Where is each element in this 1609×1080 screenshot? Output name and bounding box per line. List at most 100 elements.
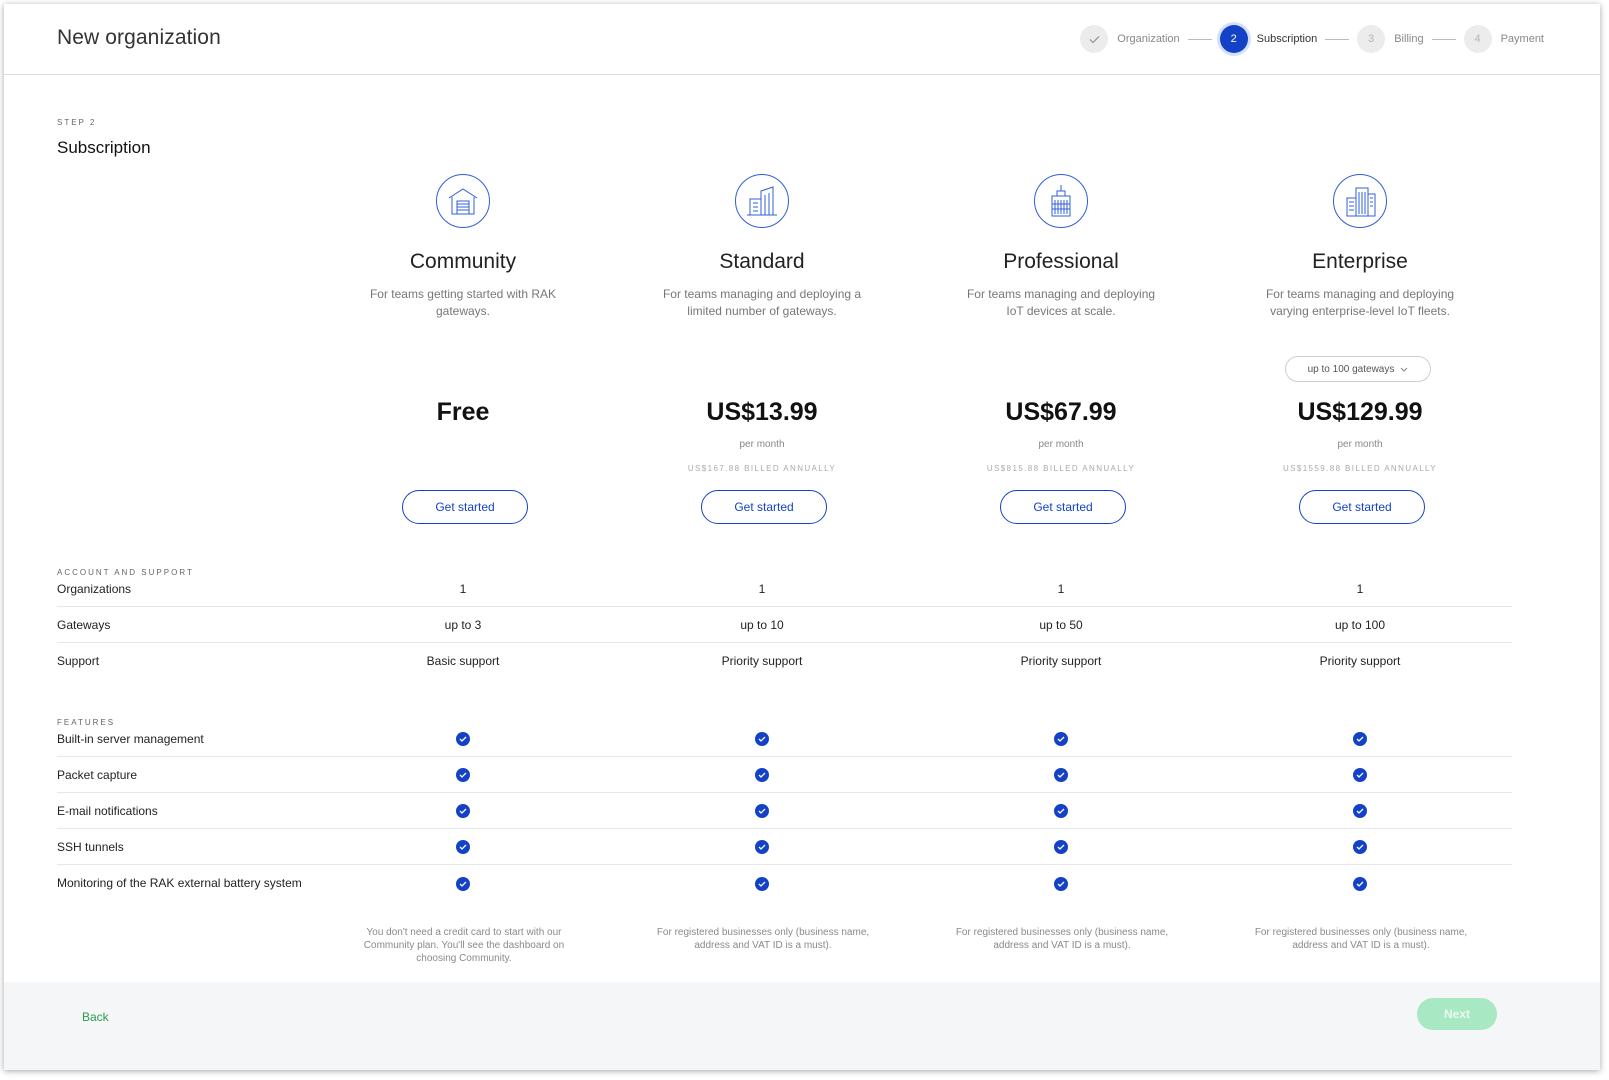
table-row: E-mail notifications	[57, 793, 1512, 829]
back-button[interactable]: Back	[82, 1010, 109, 1024]
step-number: 2	[1219, 25, 1248, 53]
plan-price: US$67.99	[1005, 398, 1117, 426]
get-started-button-enterprise[interactable]: Get started	[1299, 490, 1425, 524]
table-cell	[632, 767, 892, 782]
table-cell	[1230, 803, 1490, 818]
plan-community: Community For teams getting started with…	[333, 174, 593, 524]
table-row: Built-in server management	[57, 721, 1512, 757]
table-cell: Priority support	[1319, 654, 1401, 668]
header: New organization Organization 2 Subscrip…	[4, 4, 1600, 75]
row-label: Built-in server management	[57, 731, 204, 746]
plan-annual-price: US$1559.88 BILLED ANNUALLY	[1282, 464, 1438, 473]
check-circle-icon	[1353, 840, 1367, 854]
row-label: Packet capture	[57, 767, 138, 782]
app-window: New organization Organization 2 Subscrip…	[4, 4, 1600, 1070]
check-circle-icon	[1054, 804, 1068, 818]
plan-description: For teams getting started with RAK gatew…	[369, 287, 557, 318]
check-icon	[1080, 25, 1109, 53]
plan-standard: Standard For teams managing and deployin…	[632, 174, 892, 524]
plan-annual-price: US$815.88 BILLED ANNUALLY	[986, 464, 1136, 473]
check-circle-icon	[456, 804, 470, 818]
table-cell	[632, 803, 892, 818]
gateway-count-dropdown[interactable]: up to 100 gateways	[1285, 356, 1431, 382]
table-cell	[1230, 731, 1490, 746]
table-cell	[333, 767, 593, 782]
table-cell	[632, 839, 892, 854]
plan-price: US$13.99	[706, 398, 818, 426]
get-started-button-professional[interactable]: Get started	[1000, 490, 1126, 524]
stepper: Organization 2 Subscription 3 Billing 4 …	[1080, 25, 1544, 53]
table-row: Packet capture	[57, 757, 1512, 793]
next-button[interactable]: Next	[1417, 998, 1497, 1030]
check-circle-icon	[755, 768, 769, 782]
office-building-icon	[735, 174, 789, 228]
step-divider	[1325, 38, 1350, 40]
table-cell	[333, 876, 593, 891]
plan-price: Free	[436, 398, 490, 426]
table-cell	[632, 731, 892, 746]
table-cell	[931, 876, 1191, 891]
plan-note-enterprise: For registered businesses only (business…	[1254, 927, 1468, 951]
check-circle-icon	[1353, 732, 1367, 746]
city-buildings-icon	[1333, 174, 1387, 228]
table-cell	[1230, 876, 1490, 891]
check-circle-icon	[755, 732, 769, 746]
plan-annual-price: US$167.88 BILLED ANNUALLY	[687, 464, 837, 473]
table-cell: Basic support	[426, 654, 500, 668]
step-subscription: 2 Subscription	[1219, 25, 1318, 53]
check-circle-icon	[1054, 876, 1068, 891]
table-cell: 1	[1356, 581, 1364, 596]
check-circle-icon	[1054, 840, 1068, 854]
table-cell: 1	[459, 581, 467, 596]
check-circle-icon	[456, 768, 470, 782]
plan-note-professional: For registered businesses only (business…	[955, 927, 1169, 951]
section-title: Subscription	[57, 138, 151, 157]
check-circle-icon	[456, 840, 470, 854]
plan-description: For teams managing and deploying a limit…	[662, 287, 862, 318]
check-circle-icon	[755, 840, 769, 854]
table-cell: up to 100	[1334, 617, 1386, 632]
plan-period: per month	[739, 439, 785, 450]
plan-period: per month	[1337, 439, 1383, 450]
table-cell	[632, 876, 892, 891]
step-eyebrow: STEP 2	[57, 118, 97, 127]
plan-enterprise: Enterprise For teams managing and deploy…	[1230, 174, 1490, 524]
warehouse-icon	[436, 174, 490, 228]
row-label: SSH tunnels	[57, 839, 124, 854]
plan-note-community: You don't need a credit card to start wi…	[363, 927, 565, 964]
get-started-button-standard[interactable]: Get started	[701, 490, 827, 524]
skyscraper-icon	[1034, 174, 1088, 228]
step-number: 4	[1463, 25, 1492, 53]
step-label: Payment	[1500, 33, 1544, 45]
step-organization: Organization	[1080, 25, 1180, 53]
check-circle-icon	[755, 804, 769, 818]
plan-name: Professional	[1003, 250, 1119, 273]
step-divider	[1431, 38, 1456, 40]
check-circle-icon	[1353, 876, 1367, 891]
table-cell	[931, 767, 1191, 782]
table-cell: up to 10	[740, 617, 784, 632]
plan-period: per month	[1038, 439, 1084, 450]
plan-name: Enterprise	[1312, 250, 1408, 273]
step-billing: 3 Billing	[1357, 25, 1424, 53]
chevron-down-icon	[1401, 367, 1408, 372]
step-number: 3	[1357, 25, 1386, 53]
table-cell	[931, 839, 1191, 854]
table-cell	[1230, 767, 1490, 782]
table-cell: Priority support	[1020, 654, 1102, 668]
table-row: Organizations 1 1 1 1	[57, 571, 1512, 607]
check-circle-icon	[456, 732, 470, 746]
table-cell	[333, 731, 593, 746]
step-label: Organization	[1117, 33, 1180, 45]
footer: Back Next	[4, 982, 1600, 1070]
table-cell	[333, 839, 593, 854]
step-label: Subscription	[1256, 33, 1318, 45]
plan-price: US$129.99	[1297, 398, 1423, 426]
plan-description: For teams managing and deploying varying…	[1265, 287, 1455, 318]
row-label: Monitoring of the RAK external battery s…	[57, 876, 302, 890]
table-cell	[1230, 839, 1490, 854]
row-label: Support	[57, 654, 100, 668]
check-circle-icon	[1353, 768, 1367, 782]
table-cell: 1	[1057, 581, 1065, 596]
get-started-button-community[interactable]: Get started	[402, 490, 528, 524]
